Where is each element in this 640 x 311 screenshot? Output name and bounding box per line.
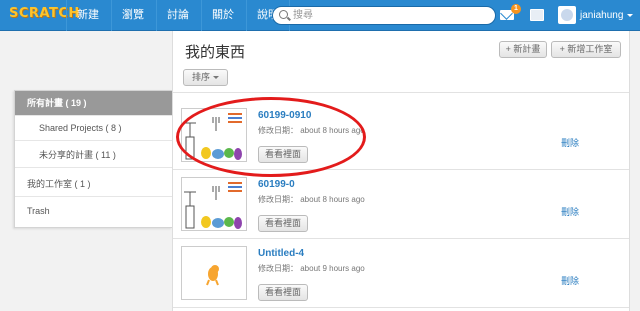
notification-badge: 1 xyxy=(511,4,521,14)
sidebar-item-shared-projects[interactable]: Shared Projects ( 8 ) xyxy=(15,116,173,141)
sort-dropdown[interactable]: 排序 xyxy=(183,69,228,86)
project-thumbnail[interactable] xyxy=(181,177,247,231)
project-row: 60199-0910 修改日期： about 8 hours ago 看看裡面 … xyxy=(173,102,629,170)
sidebar-item-unshared-projects[interactable]: 未分享的計畫 ( 11 ) xyxy=(15,143,173,168)
nav-about[interactable]: 關於 xyxy=(201,0,244,31)
delete-link[interactable]: 刪除 xyxy=(561,205,579,218)
search-icon xyxy=(279,10,288,19)
sidebar-item-label: Shared Projects ( 8 ) xyxy=(39,123,122,133)
delete-link[interactable]: 刪除 xyxy=(561,136,579,149)
sidebar-item-trash[interactable]: Trash xyxy=(15,199,173,224)
project-modified-date: 修改日期： about 8 hours ago xyxy=(258,195,365,204)
project-row: Untitled-4 修改日期： about 9 hours ago 看看裡面 … xyxy=(173,240,629,308)
chevron-down-icon[interactable] xyxy=(627,14,633,17)
sidebar-item-my-studios[interactable]: 我的工作室 ( 1 ) xyxy=(15,172,173,197)
sidebar-item-label: Trash xyxy=(27,206,50,216)
project-row: 60199-0 修改日期： about 8 hours ago 看看裡面 刪除 xyxy=(173,171,629,239)
new-project-button[interactable]: + 新計畫 xyxy=(499,41,547,58)
project-modified-date: 修改日期： about 8 hours ago xyxy=(258,126,365,135)
project-filter-sidebar: 所有計畫 ( 19 ) Shared Projects ( 8 ) 未分享的計畫… xyxy=(14,90,173,228)
project-modified-date: 修改日期： about 9 hours ago xyxy=(258,264,365,273)
sidebar-item-label: 所有計畫 ( 19 ) xyxy=(27,98,87,108)
sort-label: 排序 xyxy=(191,72,210,82)
new-studio-button[interactable]: + 新增工作室 xyxy=(551,41,621,58)
nav-create[interactable]: 新建 xyxy=(66,0,109,31)
see-inside-button[interactable]: 看看裡面 xyxy=(258,284,308,301)
divider xyxy=(173,92,629,93)
username[interactable]: janiahung xyxy=(580,0,623,31)
page-title: 我的東西 xyxy=(185,43,246,61)
nav-discuss[interactable]: 討論 xyxy=(156,0,199,31)
top-nav-bar: SCRATCH 新建 瀏覽 討論 關於 說明 1 janiahung xyxy=(0,0,640,31)
project-thumbnail[interactable] xyxy=(181,246,247,300)
my-stuff-folder-icon[interactable] xyxy=(530,9,544,21)
project-title[interactable]: 60199-0910 xyxy=(258,110,311,121)
sidebar-item-all-projects[interactable]: 所有計畫 ( 19 ) xyxy=(15,91,173,116)
search-input[interactable] xyxy=(293,9,488,22)
see-inside-button[interactable]: 看看裡面 xyxy=(258,146,308,163)
see-inside-button[interactable]: 看看裡面 xyxy=(258,215,308,232)
search-box[interactable] xyxy=(272,6,496,25)
main-content: 我的東西 + 新計畫 + 新增工作室 排序 60199-0910 修改日期： a… xyxy=(172,31,630,311)
chevron-down-icon xyxy=(213,76,219,79)
project-thumbnail[interactable] xyxy=(181,108,247,162)
nav-explore[interactable]: 瀏覽 xyxy=(111,0,154,31)
sidebar-item-label: 未分享的計畫 ( 11 ) xyxy=(39,150,116,160)
sidebar-item-label: 我的工作室 ( 1 ) xyxy=(27,179,91,189)
project-title[interactable]: Untitled-4 xyxy=(258,248,304,259)
avatar[interactable] xyxy=(558,6,576,24)
project-title[interactable]: 60199-0 xyxy=(258,179,295,190)
delete-link[interactable]: 刪除 xyxy=(561,274,579,287)
